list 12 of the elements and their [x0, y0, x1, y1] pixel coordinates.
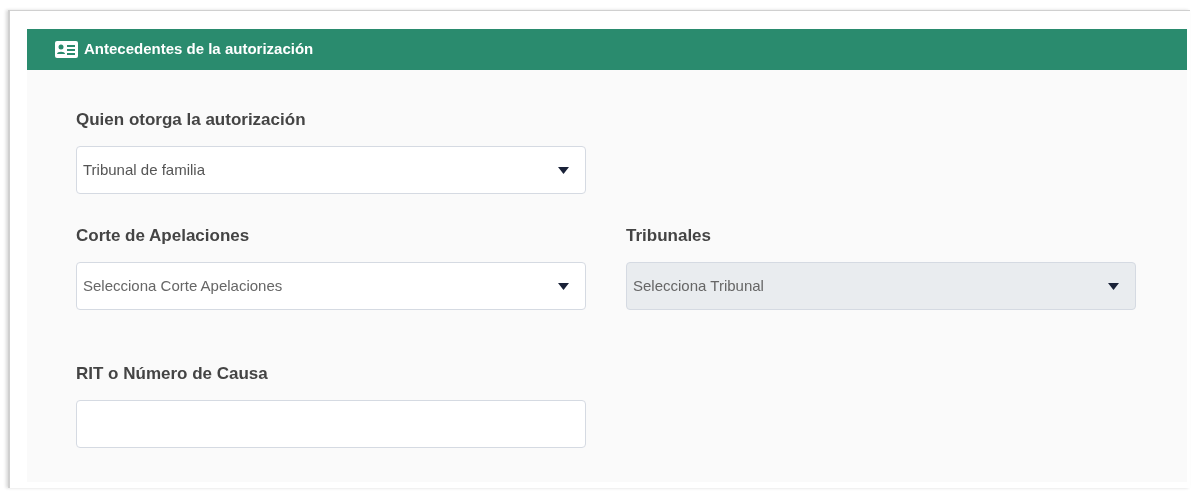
field-label: Quien otorga la autorización [76, 109, 307, 131]
select-field[interactable]: Selecciona Corte Apelaciones [76, 262, 586, 310]
select-field[interactable]: Tribunal de familia [76, 146, 586, 194]
field-label: Corte de Apelaciones [76, 225, 251, 247]
input-field[interactable] [76, 400, 586, 448]
panel-title: Antecedentes de la autorización [84, 39, 314, 60]
caret-icon [558, 166, 569, 174]
id-card-icon [55, 41, 78, 58]
caret-icon [1108, 282, 1119, 290]
field-label: Tribunales [626, 225, 713, 247]
field-label: RIT o Número de Causa [76, 363, 269, 385]
caret-icon [558, 282, 569, 290]
